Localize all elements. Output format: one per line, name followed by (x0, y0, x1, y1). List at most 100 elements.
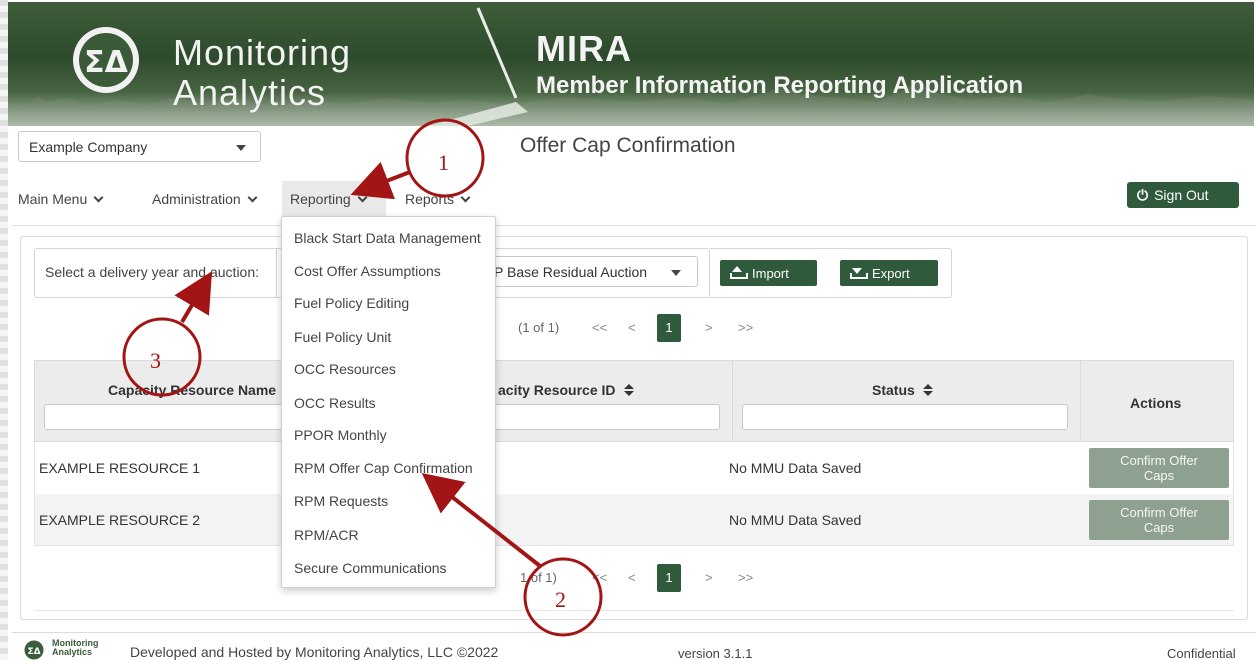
divider (34, 610, 1234, 611)
prev-page-button[interactable]: < (628, 564, 636, 592)
auction-select-value: P Base Residual Auction (494, 264, 648, 280)
column-header-status[interactable]: Status (872, 382, 933, 398)
nav-reports[interactable]: Reports (397, 181, 477, 217)
menu-item-rpm-acr[interactable]: RPM/ACR (294, 527, 359, 543)
menu-item-black-start[interactable]: Black Start Data Management (294, 230, 481, 246)
menu-item-fuel-policy-unit[interactable]: Fuel Policy Unit (294, 329, 391, 345)
column-header-id-label: acity Resource ID (498, 382, 616, 398)
company-select[interactable]: Example Company (18, 131, 261, 162)
confirm-button-line1: Confirm Offer (1120, 453, 1198, 468)
nav-administration[interactable]: Administration (144, 181, 264, 217)
footer-logo-text: Monitoring Analytics (52, 639, 99, 657)
menu-item-cost-offer-assumptions[interactable]: Cost Offer Assumptions (294, 263, 441, 279)
menu-item-rpm-offer-cap-confirmation[interactable]: RPM Offer Cap Confirmation (294, 460, 473, 476)
download-icon (850, 266, 868, 279)
status-cell: No MMU Data Saved (729, 512, 862, 528)
window-edge (0, 0, 8, 660)
import-label: Import (752, 266, 789, 281)
page-report: (1 of 1) (518, 320, 560, 335)
table-row: EXAMPLE RESOURCE 1 No MMU Data Saved Con… (34, 442, 1234, 494)
menu-item-fuel-policy-editing[interactable]: Fuel Policy Editing (294, 295, 409, 311)
app-title: MIRA (536, 28, 632, 69)
nav-main-menu-label: Main Menu (18, 191, 88, 207)
page-1-button[interactable]: 1 (657, 564, 681, 592)
import-button[interactable]: Import (720, 260, 817, 286)
confirm-offer-caps-button[interactable]: Confirm Offer Caps (1089, 500, 1229, 540)
confirm-offer-caps-button[interactable]: Confirm Offer Caps (1089, 448, 1229, 488)
footer-logo-icon: ΣΔ (24, 640, 44, 660)
resource-name-cell: EXAMPLE RESOURCE 1 (39, 460, 201, 476)
column-divider (1080, 360, 1081, 442)
chevron-down-icon (247, 192, 258, 203)
status-cell: No MMU Data Saved (729, 460, 862, 476)
divider (12, 632, 1256, 633)
nav-reporting-label: Reporting (290, 191, 351, 207)
nav-administration-label: Administration (152, 191, 241, 207)
sort-icon (922, 384, 933, 396)
menu-item-rpm-requests[interactable]: RPM Requests (294, 493, 388, 509)
svg-text:ΣΔ: ΣΔ (27, 647, 40, 657)
auction-select[interactable]: P Base Residual Auction (480, 256, 698, 287)
nav-main-menu[interactable]: Main Menu (10, 181, 110, 217)
last-page-button[interactable]: >> (738, 314, 753, 342)
footer-version: version 3.1.1 (678, 646, 753, 660)
column-header-name[interactable]: Capacity Resource Name (108, 382, 276, 398)
export-button[interactable]: Export (840, 260, 938, 286)
filter-name-input[interactable] (44, 404, 284, 430)
reporting-dropdown-menu: Black Start Data Management Cost Offer A… (281, 216, 496, 588)
footer-copyright: Developed and Hosted by Monitoring Analy… (130, 644, 499, 660)
nav-reports-label: Reports (405, 191, 455, 207)
prev-page-button[interactable]: < (628, 314, 636, 342)
annotation-number-2: 2 (555, 587, 566, 612)
app-subtitle: Member Information Reporting Application (536, 72, 1024, 99)
brand-name-line1: Monitoring (173, 32, 352, 73)
column-header-actions: Actions (1130, 395, 1182, 411)
annotation-number-3: 3 (150, 348, 161, 373)
chevron-down-icon (460, 192, 471, 203)
menu-item-occ-results[interactable]: OCC Results (294, 395, 376, 411)
app-root: ΣΔ Monitoring Analytics MIRA Member Info… (0, 0, 1256, 660)
page-report: 1 of 1) (520, 570, 557, 585)
brand-name-line2: Analytics (173, 72, 327, 113)
first-page-button[interactable]: << (592, 564, 607, 592)
menu-item-ppor-monthly[interactable]: PPOR Monthly (294, 427, 387, 443)
menu-item-occ-resources[interactable]: OCC Resources (294, 361, 396, 377)
delivery-year-label: Select a delivery year and auction: (45, 264, 260, 280)
export-label: Export (872, 266, 910, 281)
filter-id-input[interactable] (494, 404, 720, 430)
column-header-id[interactable]: acity Resource ID (498, 382, 634, 398)
divider (12, 225, 1256, 226)
confirm-button-line1: Confirm Offer (1120, 505, 1198, 520)
first-page-button[interactable]: << (592, 314, 607, 342)
confirm-button-line2: Caps (1143, 468, 1175, 483)
resource-name-cell: EXAMPLE RESOURCE 2 (39, 512, 201, 528)
column-header-name-label: Capacity Resource Name (108, 382, 277, 398)
next-page-button[interactable]: > (705, 564, 713, 592)
company-select-value: Example Company (29, 139, 148, 155)
annotation-number-1: 1 (438, 150, 449, 175)
sign-out-label: Sign Out (1154, 187, 1209, 203)
footer-logo-line2: Analytics (52, 647, 93, 657)
page-title: Offer Cap Confirmation (520, 134, 736, 157)
column-divider (732, 360, 733, 442)
sign-out-button[interactable]: ⏻ Sign Out (1127, 182, 1239, 208)
footer-confidential: Confidential (1167, 646, 1236, 660)
next-page-button[interactable]: > (705, 314, 713, 342)
caret-down-icon (671, 270, 681, 276)
filter-status-input[interactable] (742, 404, 1068, 430)
divider (276, 248, 277, 298)
chevron-down-icon (357, 192, 368, 203)
monitoring-analytics-logo-icon: ΣΔ (73, 27, 139, 93)
sort-icon (623, 384, 634, 396)
chevron-down-icon (93, 192, 104, 203)
caret-down-icon (236, 145, 246, 151)
paginator-bottom: 1 of 1) << < 1 > >> (500, 564, 770, 592)
last-page-button[interactable]: >> (738, 564, 753, 592)
nav-reporting[interactable]: Reporting (282, 181, 386, 217)
svg-text:ΣΔ: ΣΔ (84, 45, 128, 80)
column-header-status-label: Status (872, 382, 915, 398)
confirm-button-line2: Caps (1143, 520, 1175, 535)
menu-item-secure-communications[interactable]: Secure Communications (294, 560, 447, 576)
upload-icon (730, 266, 748, 279)
page-1-button[interactable]: 1 (657, 314, 681, 342)
